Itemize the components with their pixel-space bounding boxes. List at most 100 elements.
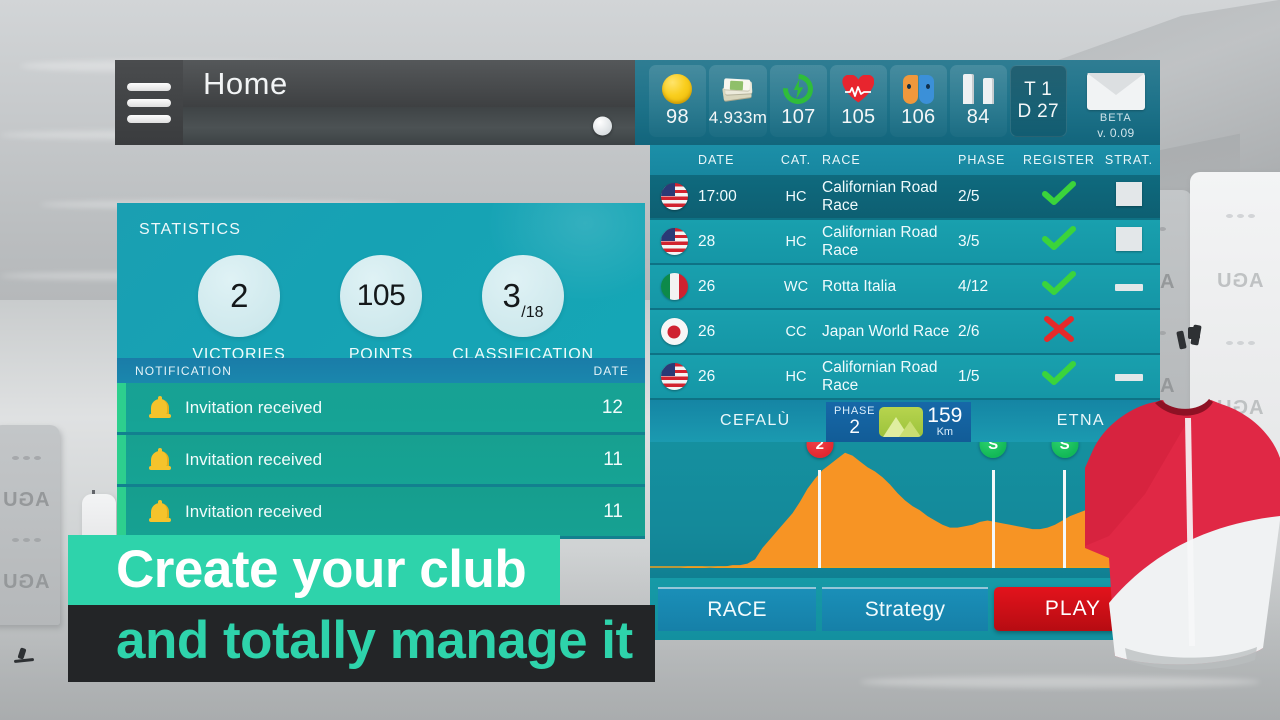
statistics-circles: 2 VICTORIES 105 POINTS 3 /18 CLASSIFICAT… xyxy=(117,255,645,364)
race-name: Californian Road Race xyxy=(822,223,938,259)
banner-logo: AGU xyxy=(1216,269,1264,292)
notification-title: NOTIFICATION xyxy=(135,363,232,378)
coin-icon xyxy=(662,73,693,105)
notification-text: Invitation received xyxy=(185,397,323,417)
stat-points[interactable]: 105 POINTS xyxy=(331,255,431,364)
resource-energy[interactable]: 107 xyxy=(769,65,827,137)
skier-figure xyxy=(1176,324,1204,353)
register-cell[interactable] xyxy=(1020,271,1098,302)
resource-buildings[interactable]: 84 xyxy=(949,65,1007,137)
resource-value: 4.933m xyxy=(708,107,768,127)
race-date: 17:00 xyxy=(698,187,737,205)
flag-it-icon xyxy=(660,273,688,300)
stage-phase-pill[interactable]: PHASE 2 159 Km xyxy=(826,402,971,442)
top-bar: Home xyxy=(115,60,658,145)
table-row[interactable]: 26 HC Californian Road Race 1/5 xyxy=(650,355,1160,400)
strategy-button[interactable]: Strategy xyxy=(822,587,988,631)
race-phase: 2/6 xyxy=(958,322,980,340)
table-row[interactable]: 28 HC Californian Road Race 3/5 xyxy=(650,220,1160,265)
flag-us-icon xyxy=(660,228,688,255)
race-name: Rotta Italia xyxy=(822,277,897,295)
skier-figure xyxy=(13,647,36,664)
banner-dots-icon xyxy=(11,538,41,542)
race-category: HC xyxy=(785,233,807,250)
country-flag-cell xyxy=(650,363,698,390)
flag-jp-icon xyxy=(660,318,688,345)
strategy-cell[interactable] xyxy=(1098,182,1160,211)
list-item[interactable]: Invitation received 11 xyxy=(117,487,645,539)
marker-label: 2 xyxy=(815,442,824,453)
version-label: v. 0.09 xyxy=(1097,125,1135,140)
page-title: Home xyxy=(203,65,288,101)
resource-value: 107 xyxy=(781,106,816,128)
resource-coins[interactable]: 98 xyxy=(649,65,706,137)
banner-dots-icon xyxy=(11,456,41,460)
race-name: Californian Road Race xyxy=(822,178,938,214)
register-cell[interactable] xyxy=(1020,226,1098,257)
distance-value: 159 xyxy=(927,404,963,428)
race-name: Californian Road Race xyxy=(822,358,938,394)
marker-label: S xyxy=(988,442,999,453)
stat-value: 3 xyxy=(502,277,521,314)
promo-banner-line1: Create your club xyxy=(68,535,561,609)
day-value: D 27 xyxy=(1017,101,1059,122)
cross-icon xyxy=(1044,316,1074,342)
list-item[interactable]: Invitation received 11 xyxy=(117,435,645,487)
turn-value: T 1 xyxy=(1024,79,1053,101)
resource-money[interactable]: 4.933m xyxy=(709,65,767,137)
race-table-header: DATE CAT. RACE PHASE REGISTER STRAT. xyxy=(650,145,1160,175)
resource-value: 105 xyxy=(841,106,876,128)
check-icon xyxy=(1042,181,1076,205)
register-cell[interactable] xyxy=(1020,181,1098,212)
stage-marker[interactable]: S xyxy=(1051,442,1079,568)
country-flag-cell xyxy=(650,273,698,300)
stat-fraction: /18 xyxy=(521,304,544,321)
stage-marker[interactable]: 2 xyxy=(806,442,834,568)
race-category: HC xyxy=(785,188,807,205)
resource-health[interactable]: 105 xyxy=(829,65,887,137)
sponsor-banner-small xyxy=(82,494,116,540)
elevation-chart xyxy=(650,452,1160,568)
list-item[interactable]: Invitation received 12 xyxy=(117,383,645,435)
promo-text-2: and totally manage it xyxy=(116,611,633,670)
stat-bubble: 3 /18 xyxy=(482,255,564,337)
stat-victories[interactable]: 2 VICTORIES xyxy=(189,255,289,364)
stat-value: 105 xyxy=(356,279,406,312)
cycling-jersey-render xyxy=(1085,398,1280,693)
table-row[interactable]: 26 CC Japan World Race 2/6 xyxy=(650,310,1160,355)
mail-and-version[interactable]: BETA v. 0.09 xyxy=(1072,65,1160,147)
race-category: WC xyxy=(783,278,809,295)
stage-marker[interactable]: S xyxy=(979,442,1007,568)
strategy-dash-icon xyxy=(1115,283,1143,291)
row-accent xyxy=(117,383,126,432)
country-flag-cell xyxy=(650,183,698,210)
mountain-icon xyxy=(879,407,924,437)
resource-morale[interactable]: 106 xyxy=(889,65,947,137)
col-phase: PHASE xyxy=(958,153,1006,167)
strategy-dash-icon xyxy=(1115,373,1143,381)
phase-value: 2 xyxy=(849,416,860,438)
country-flag-cell xyxy=(650,318,698,345)
slider-knob[interactable] xyxy=(593,116,612,136)
race-button[interactable]: RACE xyxy=(658,587,817,631)
resource-bar: 98 4.933m 107 105 106 84 T 1 D 27 BETA v… xyxy=(635,60,1160,145)
envelope-icon[interactable] xyxy=(1086,72,1145,110)
race-date: 26 xyxy=(698,322,716,340)
notification-date: 11 xyxy=(603,448,623,470)
table-row[interactable]: 17:00 HC Californian Road Race 2/5 xyxy=(650,175,1160,220)
stat-classification[interactable]: 3 /18 CLASSIFICATION xyxy=(452,255,593,364)
energy-icon xyxy=(777,67,820,111)
notification-date-header: DATE xyxy=(593,363,629,378)
hamburger-menu-icon[interactable] xyxy=(115,60,183,145)
elevation-profile[interactable]: 2 S S xyxy=(650,442,1160,592)
table-row[interactable]: 26 WC Rotta Italia 4/12 xyxy=(650,265,1160,310)
check-icon xyxy=(1042,226,1076,250)
strategy-cell[interactable] xyxy=(1098,368,1160,386)
progress-slider[interactable] xyxy=(183,107,640,145)
register-cell[interactable] xyxy=(1020,316,1098,347)
col-race: RACE xyxy=(822,153,861,167)
strategy-cell[interactable] xyxy=(1098,278,1160,296)
strategy-cell[interactable] xyxy=(1098,227,1160,256)
register-cell[interactable] xyxy=(1020,361,1098,392)
calendar-turn-day[interactable]: T 1 D 27 xyxy=(1009,65,1067,137)
